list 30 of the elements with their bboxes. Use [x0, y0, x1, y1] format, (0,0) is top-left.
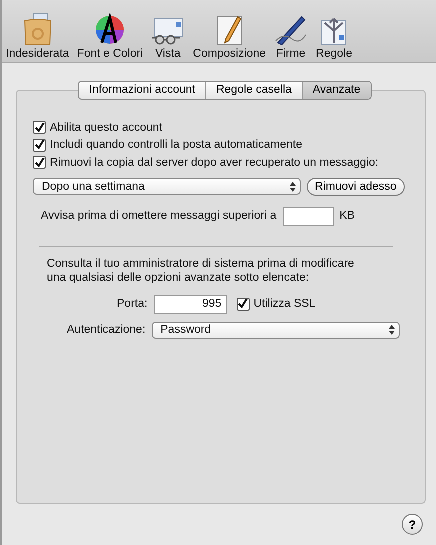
auth-label: Autenticazione: — [67, 324, 146, 336]
popup-menu[interactable]: Dopo una settimana — [33, 178, 301, 195]
color-wheel-icon — [94, 13, 126, 47]
stepper-arrows-icon — [388, 325, 395, 335]
checkbox-label: Abilita questo account — [50, 122, 163, 134]
toolbar-button[interactable]: Composizione — [189, 13, 270, 62]
admin-note: Consulta il tuo amministratore di sistema prima di modificare una qualsiasi delle opzioni avanzate sotto elencate: — [47, 256, 356, 284]
tab[interactable]: Avanzate — [302, 82, 371, 99]
checkbox[interactable] — [236, 298, 250, 310]
bag-icon — [22, 13, 54, 47]
unit-label: KB — [340, 210, 355, 222]
checkbox-label: Utilizza SSL — [254, 298, 316, 310]
toolbar-button[interactable]: Regole — [312, 13, 356, 62]
checkbox-label: Rimuovi la copia dal server dopo aver recuperato un messaggio: — [50, 156, 379, 169]
size-field[interactable] — [282, 206, 334, 226]
toolbar-button[interactable]: Font e Colori — [73, 13, 148, 62]
stepper-arrows-icon — [290, 182, 296, 192]
help-button[interactable]: ? — [402, 514, 423, 535]
port-label: Porta: — [117, 298, 148, 310]
checkbox[interactable] — [33, 138, 46, 152]
checkbox[interactable] — [33, 121, 46, 134]
checkbox-label: Includi quando controlli la posta automaticamente — [50, 139, 303, 152]
remove-now-button[interactable]: Rimuovi adesso — [307, 178, 405, 196]
checkbox[interactable] — [33, 156, 46, 170]
toolbar-button[interactable]: Indesiderata — [2, 13, 74, 62]
popup-menu[interactable]: Password — [152, 322, 400, 338]
warn-label: Avvisa prima di omettere messaggi superiori a — [41, 210, 277, 222]
toolbar-button[interactable]: Firme — [270, 13, 312, 62]
toolbar-button[interactable]: Vista — [147, 13, 190, 62]
port-field[interactable]: 995 — [154, 294, 227, 314]
